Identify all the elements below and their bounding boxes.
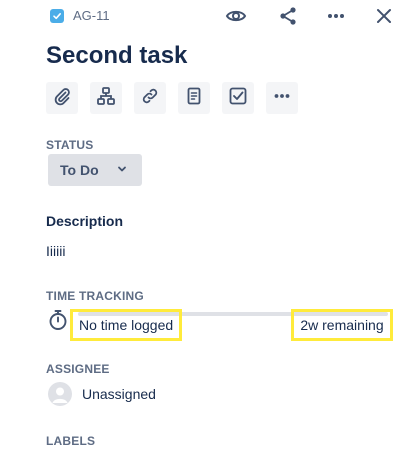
share-button[interactable] [274,4,302,32]
status-value: To Do [60,162,99,178]
issue-header: AG-11 [0,0,410,36]
eye-icon [225,5,247,32]
more-icon [325,5,347,32]
assignee-field[interactable]: Unassigned [48,382,156,406]
add-child-issue-button[interactable] [90,82,122,114]
issue-toolbar [46,82,298,114]
task-type-icon [50,8,64,23]
issue-key-link[interactable]: AG-11 [50,8,110,23]
share-icon [277,5,299,32]
issue-key-text: AG-11 [73,8,110,23]
close-button[interactable] [370,4,398,32]
close-icon [374,6,394,31]
more-icon [272,86,292,111]
description-text[interactable]: Iiiiii [46,243,65,259]
more-toolbar-button[interactable] [266,82,298,114]
assignee-label: ASSIGNEE [46,362,110,376]
status-label: STATUS [46,138,94,152]
link-issue-button[interactable] [134,82,166,114]
paperclip-icon [52,86,72,111]
labels-label: LABELS [46,434,96,448]
hierarchy-icon [96,86,116,111]
stopwatch-icon [48,309,68,336]
checkbox-icon [228,86,248,111]
document-icon [184,86,204,111]
status-dropdown[interactable]: To Do [48,154,142,186]
checklist-button[interactable] [222,82,254,114]
more-actions-button[interactable] [322,4,350,32]
avatar [48,382,72,406]
assignee-value: Unassigned [82,386,156,402]
time-remaining-text: 2w remaining [291,309,393,341]
issue-title[interactable]: Second task [46,42,187,70]
chevron-down-icon [117,161,127,179]
attach-button[interactable] [46,82,78,114]
description-heading: Description [46,213,124,229]
add-page-button[interactable] [178,82,210,114]
watch-button[interactable] [222,4,250,32]
time-tracking-label: TIME TRACKING [46,289,144,303]
link-icon [140,86,160,111]
time-logged-text: No time logged [70,309,182,341]
